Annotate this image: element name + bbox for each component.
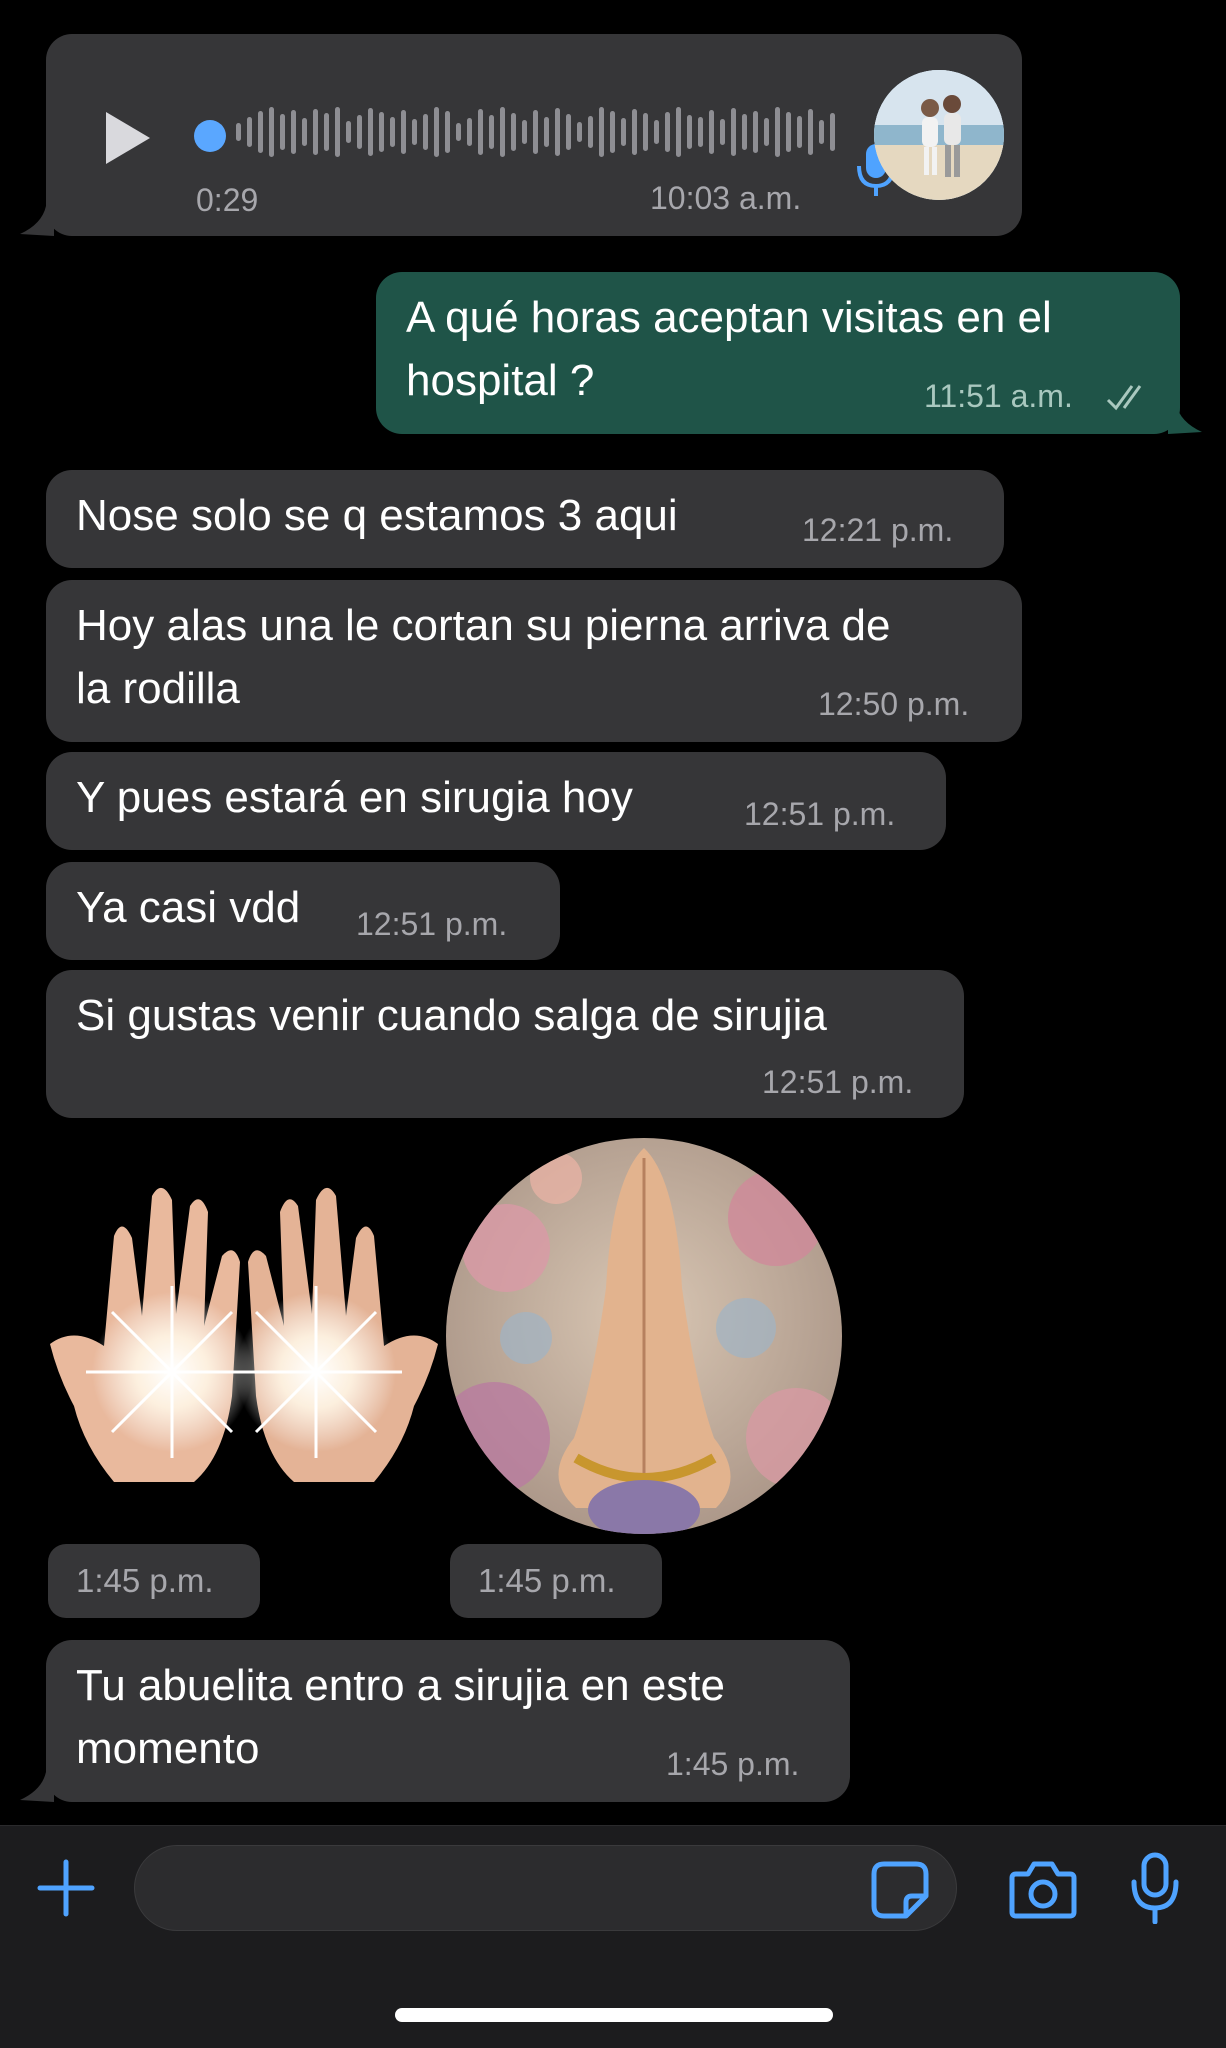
incoming-message[interactable]: Tu abuelita entro a sirujia en este mome…	[46, 1640, 850, 1802]
message-time: 12:21 p.m.	[802, 512, 954, 548]
waveform-bar	[599, 107, 604, 157]
waveform-bar	[676, 107, 681, 157]
waveform-bar	[522, 120, 527, 144]
waveform-bar	[467, 118, 472, 146]
message-time: 1:45 p.m.	[666, 1746, 800, 1782]
waveform-bar	[786, 112, 791, 152]
message-text: Y pues estará en sirugia hoy	[76, 773, 633, 822]
waveform-bar	[687, 115, 692, 149]
playback-position-dot[interactable]	[194, 120, 226, 152]
waveform-bar	[544, 117, 549, 147]
waveform-bar	[654, 120, 659, 144]
sticker-time-badge: 1:45 p.m.	[48, 1544, 260, 1618]
waveform-bar	[577, 122, 582, 142]
bubble-tail	[20, 206, 54, 236]
waveform-bar	[401, 110, 406, 154]
waveform-bar	[632, 109, 637, 155]
message-text: Nose solo se q estamos 3 aqui	[76, 491, 678, 540]
outgoing-message[interactable]: A qué horas aceptan visitas en el hospit…	[376, 272, 1180, 434]
waveform-bar	[566, 114, 571, 150]
microphone-icon[interactable]	[1130, 1852, 1180, 1924]
waveform-bar	[412, 119, 417, 145]
waveform-bar	[456, 123, 461, 141]
voice-message-bubble[interactable]: 0:29 10:03 a.m.	[46, 34, 1022, 236]
waveform-bar	[357, 115, 362, 149]
message-text: Hoy alas una le cortan su pierna arriva …	[76, 601, 891, 713]
waveform-bar	[808, 109, 813, 155]
waveform-bar	[423, 114, 428, 150]
voice-time: 10:03 a.m.	[650, 180, 802, 216]
waveform-bar	[797, 116, 802, 148]
waveform-bar	[720, 119, 725, 145]
waveform-bar	[742, 114, 747, 150]
waveform-bar	[533, 110, 538, 154]
message-text: Si gustas venir cuando salga de sirujia	[76, 991, 827, 1040]
message-time: 11:51 a.m.	[924, 378, 1073, 414]
waveform-bar	[830, 113, 835, 151]
sticker-time-badge: 1:45 p.m.	[450, 1544, 662, 1618]
waveform-bar	[819, 120, 824, 144]
waveform-bar	[621, 118, 626, 146]
waveform-bar	[445, 111, 450, 153]
waveform-bar	[753, 111, 758, 153]
waveform-bar	[269, 107, 274, 157]
waveform-bar	[555, 108, 560, 156]
waveform-bar	[291, 110, 296, 154]
message-time: 12:51 p.m.	[744, 796, 896, 832]
message-time: 12:51 p.m.	[762, 1064, 914, 1100]
waveform-bar	[731, 108, 736, 156]
waveform-bar	[478, 109, 483, 155]
message-input[interactable]	[134, 1845, 957, 1931]
bubble-tail	[20, 1772, 54, 1802]
waveform-bar	[610, 111, 615, 153]
waveform-bar	[709, 110, 714, 154]
waveform-bar	[313, 109, 318, 155]
incoming-message[interactable]: Hoy alas una le cortan su pierna arriva …	[46, 580, 1022, 742]
waveform-bar	[280, 114, 285, 150]
waveform-bar	[302, 118, 307, 146]
message-time: 12:51 p.m.	[356, 906, 508, 942]
waveform-bar	[335, 107, 340, 157]
waveform-bar	[434, 107, 439, 157]
waveform-bar	[775, 107, 780, 157]
waveform-bar	[698, 117, 703, 147]
bubble-tail	[1168, 404, 1202, 434]
incoming-message[interactable]: Ya casi vdd 12:51 p.m.	[46, 862, 560, 960]
waveform-bar	[500, 107, 505, 157]
message-text: Tu abuelita entro a sirujia en este mome…	[76, 1661, 725, 1773]
waveform-bar	[643, 113, 648, 151]
avatar[interactable]	[874, 70, 1004, 200]
waveform-bar	[511, 113, 516, 151]
waveform-bar	[588, 116, 593, 148]
waveform-bar	[764, 118, 769, 146]
incoming-message[interactable]: Nose solo se q estamos 3 aqui 12:21 p.m.	[46, 470, 1004, 568]
waveform-bar	[247, 117, 252, 147]
incoming-message[interactable]: Y pues estará en sirugia hoy 12:51 p.m.	[46, 752, 946, 850]
sticker-icon[interactable]	[870, 1860, 930, 1920]
message-time: 12:50 p.m.	[818, 686, 970, 722]
waveform-bar	[665, 112, 670, 152]
praying-hands-sticker[interactable]	[446, 1138, 842, 1534]
waveform-bar	[324, 113, 329, 151]
waveform-bar	[489, 115, 494, 149]
waveform-icon[interactable]	[224, 102, 854, 162]
camera-icon[interactable]	[1008, 1858, 1078, 1920]
waveform-bar	[368, 108, 373, 156]
home-indicator[interactable]	[395, 2008, 833, 2022]
read-receipt-icon	[1106, 385, 1142, 411]
incoming-message[interactable]: Si gustas venir cuando salga de sirujia …	[46, 970, 964, 1118]
waveform-bar	[390, 117, 395, 147]
waveform-bar	[258, 111, 263, 153]
play-icon[interactable]	[106, 112, 150, 164]
waveform-bar	[379, 112, 384, 152]
message-text: Ya casi vdd	[76, 883, 301, 932]
glowing-hands-sticker[interactable]	[44, 1176, 444, 1482]
waveform-bar	[236, 123, 241, 141]
waveform-bar	[346, 121, 351, 143]
voice-duration: 0:29	[196, 182, 259, 218]
plus-icon[interactable]	[36, 1858, 96, 1918]
